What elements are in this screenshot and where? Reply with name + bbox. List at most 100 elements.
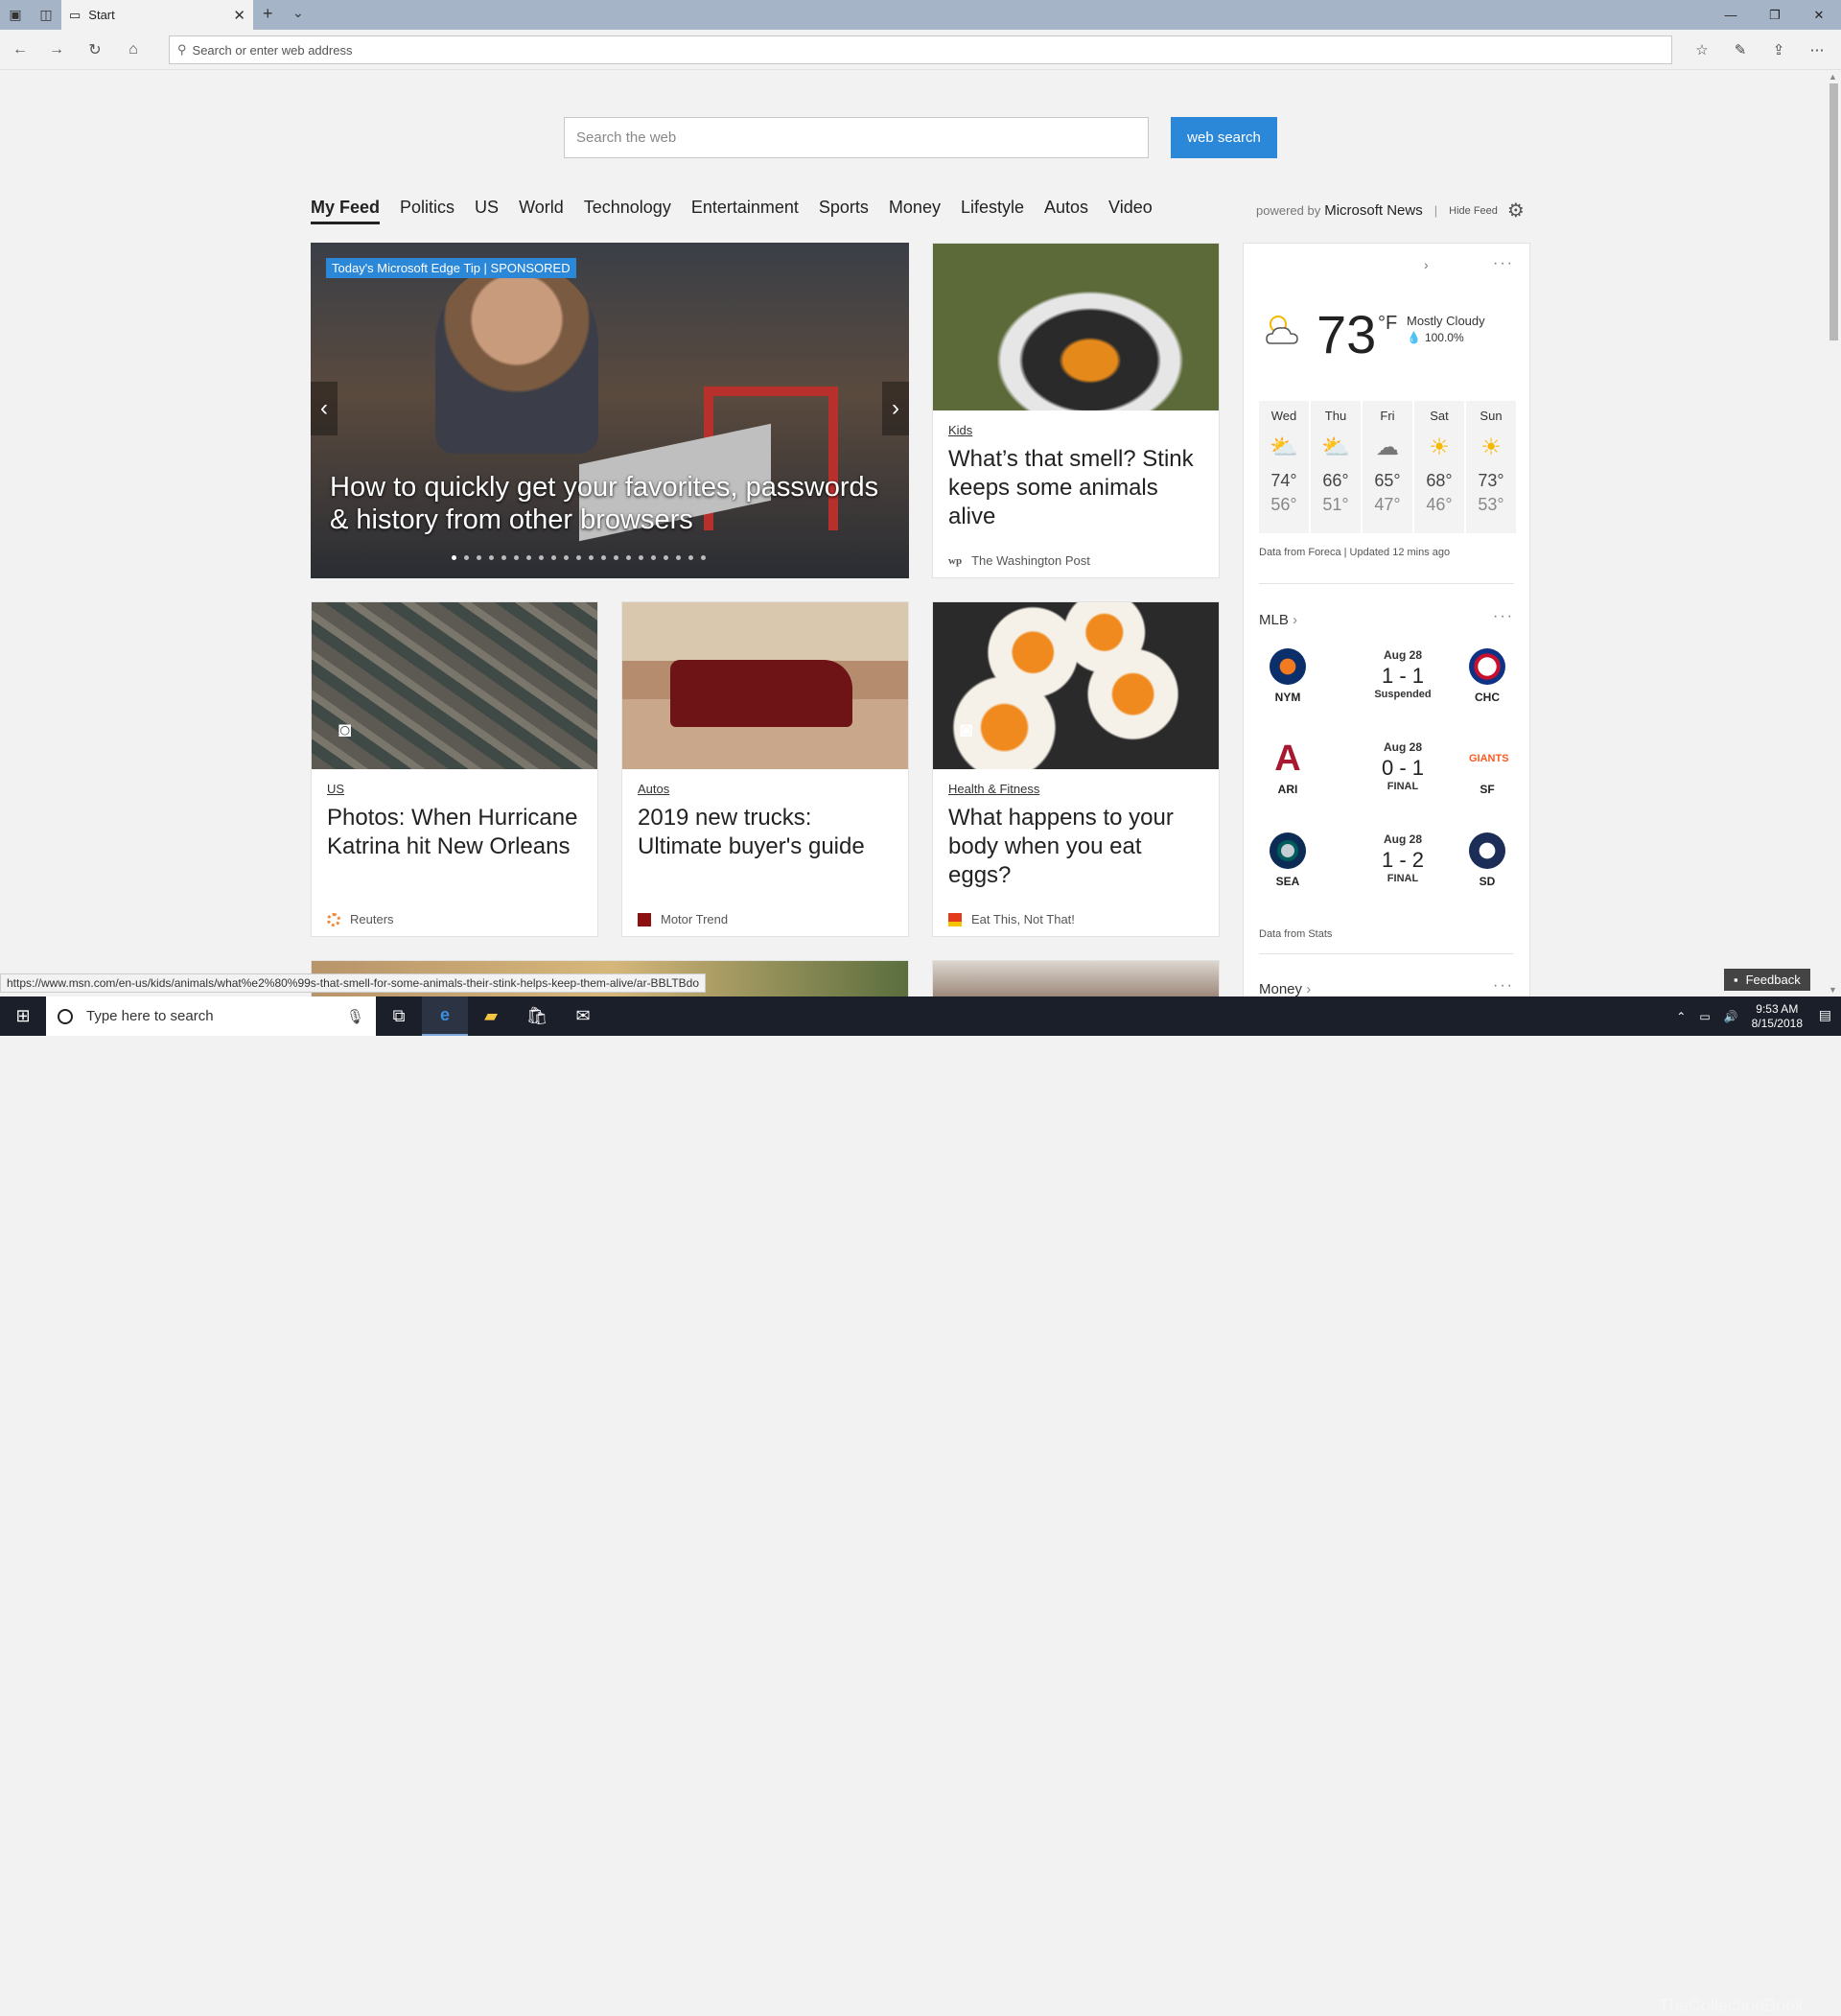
clock[interactable]: 9:53 AM 8/15/2018 bbox=[1752, 1002, 1803, 1031]
nav-money[interactable]: Money bbox=[889, 198, 941, 224]
nav-video[interactable]: Video bbox=[1108, 198, 1153, 224]
carousel-dot[interactable] bbox=[688, 555, 693, 560]
minimize-icon[interactable]: — bbox=[1709, 0, 1753, 30]
taskbar-search-input[interactable]: Type here to search 🎙 bbox=[46, 996, 376, 1036]
share-icon[interactable]: ⇪ bbox=[1766, 37, 1791, 62]
carousel-dot[interactable] bbox=[639, 555, 643, 560]
restore-icon[interactable]: ❐ bbox=[1753, 0, 1797, 30]
carousel-dot[interactable] bbox=[501, 555, 506, 560]
money-more-icon[interactable]: ··· bbox=[1493, 977, 1514, 995]
weather-next-icon[interactable]: › bbox=[1424, 257, 1429, 272]
news-card[interactable]: Kids What’s that smell? Stink keeps some… bbox=[932, 243, 1220, 578]
carousel-dot[interactable] bbox=[589, 555, 594, 560]
carousel-dot[interactable] bbox=[489, 555, 494, 560]
carousel-dot[interactable] bbox=[514, 555, 519, 560]
tab-close-icon[interactable]: ✕ bbox=[233, 7, 245, 24]
nav-sports[interactable]: Sports bbox=[819, 198, 869, 224]
carousel-prev-icon[interactable]: ‹ bbox=[311, 382, 338, 435]
mlb-more-icon[interactable]: ··· bbox=[1493, 608, 1514, 625]
carousel-dot[interactable] bbox=[477, 555, 481, 560]
carousel-dot[interactable] bbox=[676, 555, 681, 560]
carousel-dot[interactable] bbox=[452, 555, 456, 560]
web-search-input[interactable]: Search the web bbox=[564, 117, 1149, 158]
more-icon[interactable]: ⋯ bbox=[1805, 37, 1829, 62]
show-hidden-icons-icon[interactable]: ⌃ bbox=[1676, 1010, 1686, 1023]
nav-lifestyle[interactable]: Lifestyle bbox=[961, 198, 1024, 224]
carousel-dot[interactable] bbox=[526, 555, 531, 560]
mail-icon[interactable]: ✉ bbox=[560, 996, 606, 1036]
new-tab-icon[interactable]: + bbox=[263, 4, 273, 24]
store-icon[interactable]: 🛍 bbox=[514, 996, 560, 1036]
scroll-up-icon[interactable]: ▲ bbox=[1829, 72, 1837, 82]
hero-headline[interactable]: How to quickly get your favorites, passw… bbox=[330, 471, 886, 536]
mlb-game[interactable]: A ARI Aug 28 0 - 1 FINAL GIANTS SF bbox=[1259, 740, 1516, 817]
network-icon[interactable]: ▭ bbox=[1699, 1010, 1710, 1023]
tab-list-chevron-icon[interactable]: ⌄ bbox=[292, 5, 304, 21]
refresh-icon[interactable]: ↻ bbox=[82, 37, 107, 62]
carousel-dot[interactable] bbox=[601, 555, 606, 560]
carousel-dot[interactable] bbox=[626, 555, 631, 560]
weather-source-note[interactable]: Data from Foreca | Updated 12 mins ago bbox=[1259, 547, 1450, 558]
scrollbar-thumb[interactable] bbox=[1829, 83, 1838, 340]
address-bar[interactable]: ⚲ Search or enter web address bbox=[169, 35, 1672, 64]
file-explorer-icon[interactable]: ▰ bbox=[468, 996, 514, 1036]
web-search-button[interactable]: web search bbox=[1171, 117, 1277, 158]
gear-icon[interactable]: ⚙ bbox=[1507, 199, 1525, 223]
tab-start[interactable]: ▭ Start ✕ bbox=[61, 0, 253, 30]
nav-autos[interactable]: Autos bbox=[1044, 198, 1088, 224]
nav-technology[interactable]: Technology bbox=[584, 198, 671, 224]
weather-more-icon[interactable]: ··· bbox=[1493, 255, 1514, 272]
forecast-day[interactable]: Sat ☀ 68° 46° bbox=[1414, 401, 1464, 533]
carousel-dot[interactable] bbox=[664, 555, 668, 560]
microphone-icon[interactable]: 🎙 bbox=[346, 1008, 364, 1025]
nav-entertainment[interactable]: Entertainment bbox=[691, 198, 799, 224]
tab-preview-icon[interactable]: ▣ bbox=[4, 3, 27, 26]
notifications-icon[interactable]: ▤ bbox=[1819, 1007, 1831, 1023]
card-headline[interactable]: Photos: When Hurricane Katrina hit New O… bbox=[327, 804, 582, 861]
carousel-dot[interactable] bbox=[539, 555, 544, 560]
nav-politics[interactable]: Politics bbox=[400, 198, 454, 224]
mlb-title[interactable]: MLB › bbox=[1259, 612, 1297, 628]
web-note-icon[interactable]: ✎ bbox=[1728, 37, 1753, 62]
nav-us[interactable]: US bbox=[475, 198, 499, 224]
card-category[interactable]: Kids bbox=[948, 423, 972, 437]
news-card[interactable]: ◙ US Photos: When Hurricane Katrina hit … bbox=[311, 601, 598, 937]
powered-by-brand[interactable]: Microsoft News bbox=[1324, 202, 1423, 219]
card-category[interactable]: Health & Fitness bbox=[948, 782, 1039, 796]
vertical-scrollbar[interactable]: ▲ ▼ bbox=[1826, 70, 1841, 996]
hero-carousel[interactable]: Today's Microsoft Edge Tip | SPONSORED ‹… bbox=[311, 243, 909, 578]
feedback-button[interactable]: ▪ Feedback bbox=[1724, 969, 1810, 991]
edge-icon[interactable]: e bbox=[422, 996, 468, 1036]
forward-icon[interactable]: → bbox=[44, 37, 69, 62]
news-card[interactable]: Autos 2019 new trucks: Ultimate buyer's … bbox=[621, 601, 909, 937]
windows-start-icon[interactable]: ⊞ bbox=[0, 996, 46, 1036]
carousel-dot[interactable] bbox=[651, 555, 656, 560]
mlb-source-note[interactable]: Data from Stats bbox=[1259, 928, 1332, 940]
volume-icon[interactable]: 🔊 bbox=[1724, 1010, 1738, 1023]
carousel-dot[interactable] bbox=[564, 555, 569, 560]
card-category[interactable]: US bbox=[327, 782, 344, 796]
home-icon[interactable]: ⌂ bbox=[121, 37, 146, 62]
mlb-game[interactable]: NYM Aug 28 1 - 1 Suspended CHC bbox=[1259, 648, 1516, 725]
carousel-dot[interactable] bbox=[551, 555, 556, 560]
forecast-day[interactable]: Wed ⛅ 74° 56° bbox=[1259, 401, 1309, 533]
favorites-icon[interactable]: ☆ bbox=[1690, 37, 1714, 62]
money-title[interactable]: Money › bbox=[1259, 981, 1311, 996]
carousel-dot[interactable] bbox=[464, 555, 469, 560]
card-headline[interactable]: What’s that smell? Stink keeps some anim… bbox=[948, 445, 1203, 531]
forecast-day[interactable]: Thu ⛅ 66° 51° bbox=[1311, 401, 1361, 533]
weather-unit[interactable]: °F bbox=[1378, 313, 1397, 335]
carousel-dot[interactable] bbox=[701, 555, 706, 560]
close-window-icon[interactable]: ✕ bbox=[1797, 0, 1841, 30]
nav-my-feed[interactable]: My Feed bbox=[311, 198, 381, 224]
task-view-icon[interactable]: ⧉ bbox=[376, 996, 422, 1036]
forecast-day[interactable]: Sun ☀ 73° 53° bbox=[1466, 401, 1516, 533]
back-icon[interactable]: ← bbox=[8, 37, 33, 62]
forecast-day[interactable]: Fri ☁ 65° 47° bbox=[1363, 401, 1412, 533]
set-tabs-aside-icon[interactable]: ◫ bbox=[35, 3, 58, 26]
carousel-dot[interactable] bbox=[576, 555, 581, 560]
nav-world[interactable]: World bbox=[519, 198, 564, 224]
carousel-next-icon[interactable]: › bbox=[882, 382, 909, 435]
news-card[interactable]: ◙ Health & Fitness What happens to your … bbox=[932, 601, 1220, 937]
scroll-down-icon[interactable]: ▼ bbox=[1829, 985, 1837, 995]
